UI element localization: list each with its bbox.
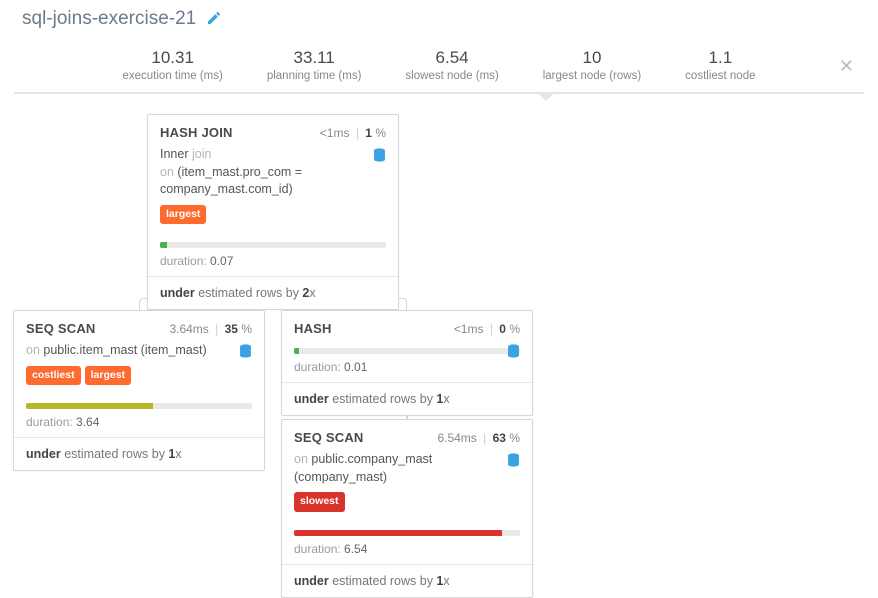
separator: | (483, 431, 486, 445)
node-hash[interactable]: HASH <1ms | 0 % duration: 0.01 under est… (281, 310, 533, 416)
stat-label: costliest node (685, 70, 755, 82)
database-icon[interactable] (239, 344, 252, 364)
stat-label: execution time (ms) (122, 70, 222, 82)
stat-value: 33.11 (267, 48, 362, 68)
database-icon[interactable] (373, 148, 386, 168)
stat-label: planning time (ms) (267, 70, 362, 82)
node-stats: 6.54ms | 63 % (437, 431, 520, 445)
stat-costliest-node: 1.1 costliest node (685, 48, 755, 82)
node-body: on public.company_mast (company_mast) sl… (282, 449, 532, 520)
edit-icon[interactable] (206, 10, 222, 29)
stat-planning-time: 33.11 planning time (ms) (267, 48, 362, 82)
node-header: SEQ SCAN 6.54ms | 63 % (282, 420, 532, 449)
node-stats: <1ms | 1 % (320, 126, 386, 140)
badge-costliest: costliest (26, 366, 81, 386)
node-header: SEQ SCAN 3.64ms | 35 % (14, 311, 264, 340)
duration-line: duration: 0.07 (148, 248, 398, 276)
node-title: HASH JOIN (160, 125, 233, 140)
close-icon[interactable]: ✕ (839, 56, 854, 77)
badge-largest: largest (85, 366, 131, 386)
node-seq-scan-company-mast[interactable]: SEQ SCAN 6.54ms | 63 % on public.company… (281, 419, 533, 598)
node-detail: Inner join (160, 146, 386, 164)
node-hash-join[interactable]: HASH JOIN <1ms | 1 % Inner join on (item… (147, 114, 399, 310)
node-title: SEQ SCAN (26, 321, 96, 336)
node-pct: 63 % (493, 431, 520, 445)
separator: | (215, 322, 218, 336)
node-stats: <1ms | 0 % (454, 322, 520, 336)
node-body: Inner join on (item_mast.pro_com = compa… (148, 144, 398, 232)
separator: | (356, 126, 359, 140)
badge-slowest: slowest (294, 492, 345, 512)
node-pct: 35 % (225, 322, 252, 336)
node-duration-short: 6.54ms (437, 431, 476, 445)
stat-largest-node: 10 largest node (rows) (543, 48, 641, 82)
stat-value: 6.54 (405, 48, 498, 68)
database-icon[interactable] (507, 344, 520, 364)
node-title: HASH (294, 321, 332, 336)
badges: largest (160, 205, 386, 225)
stat-value: 1.1 (685, 48, 755, 68)
duration-line: duration: 0.01 (282, 354, 532, 382)
stat-slowest-node: 6.54 slowest node (ms) (405, 48, 498, 82)
badges: slowest (294, 492, 520, 512)
node-footer: under estimated rows by 1x (14, 437, 264, 470)
node-detail: on (item_mast.pro_com = company_mast.com… (160, 164, 386, 199)
node-duration-short: 3.64ms (169, 322, 208, 336)
duration-line: duration: 6.54 (282, 536, 532, 564)
node-duration-short: <1ms (454, 322, 484, 336)
node-footer: under estimated rows by 1x (282, 564, 532, 597)
node-header: HASH <1ms | 0 % (282, 311, 532, 340)
node-seq-scan-item-mast[interactable]: SEQ SCAN 3.64ms | 35 % on public.item_ma… (13, 310, 265, 471)
plan-canvas: HASH JOIN <1ms | 1 % Inner join on (item… (0, 114, 878, 554)
page-title: sql-joins-exercise-21 (22, 8, 196, 30)
stat-execution-time: 10.31 execution time (ms) (122, 48, 222, 82)
database-icon[interactable] (507, 453, 520, 473)
badges: costliest largest (26, 366, 252, 386)
title-row: sql-joins-exercise-21 (0, 0, 878, 42)
node-body (282, 340, 532, 344)
node-pct: 0 % (499, 322, 520, 336)
stat-value: 10 (543, 48, 641, 68)
node-title: SEQ SCAN (294, 430, 364, 445)
node-detail: on public.item_mast (item_mast) (26, 342, 252, 360)
node-pct: 1 % (365, 126, 386, 140)
node-body: on public.item_mast (item_mast) costlies… (14, 340, 264, 393)
pointer-down-icon (537, 92, 555, 101)
stats-bar: 10.31 execution time (ms) 33.11 planning… (14, 42, 864, 94)
node-detail: on public.company_mast (company_mast) (294, 451, 520, 486)
node-duration-short: <1ms (320, 126, 350, 140)
separator: | (490, 322, 493, 336)
stat-value: 10.31 (122, 48, 222, 68)
stat-label: largest node (rows) (543, 70, 641, 82)
node-stats: 3.64ms | 35 % (169, 322, 252, 336)
node-header: HASH JOIN <1ms | 1 % (148, 115, 398, 144)
duration-line: duration: 3.64 (14, 409, 264, 437)
stat-label: slowest node (ms) (405, 70, 498, 82)
node-footer: under estimated rows by 2x (148, 276, 398, 309)
badge-largest: largest (160, 205, 206, 225)
node-footer: under estimated rows by 1x (282, 382, 532, 415)
